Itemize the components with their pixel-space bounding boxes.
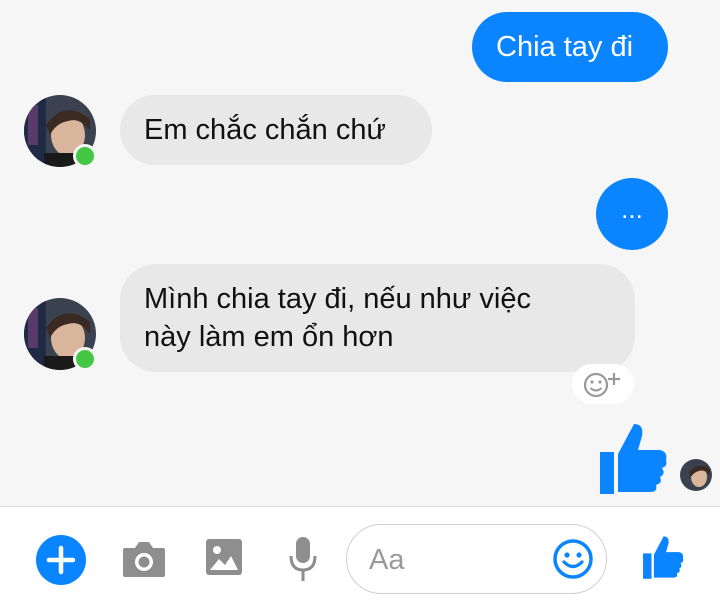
incoming-message-bubble[interactable]: Mình chia tay đi, nếu như việc này làm e… [120, 264, 635, 372]
avatar-photo [680, 459, 712, 491]
add-reaction-button[interactable] [572, 364, 634, 404]
message-text-line: này làm em ổn hơn [144, 321, 394, 353]
plus-icon[interactable] [36, 535, 86, 585]
camera-icon[interactable] [122, 540, 166, 578]
add-reaction-icon [583, 372, 620, 398]
smiley-icon[interactable] [552, 538, 594, 580]
contact-avatar[interactable] [24, 298, 97, 371]
outgoing-message-bubble[interactable]: ... [596, 178, 668, 250]
sent-like-sticker[interactable] [598, 420, 668, 496]
outgoing-message-bubble[interactable]: Chia tay đi [472, 12, 668, 82]
message-text-field[interactable] [367, 539, 551, 581]
message-text-line: Mình chia tay đi, nếu như việc [144, 283, 531, 315]
thumbs-up-icon [643, 536, 684, 579]
message-text: Chia tay đi [496, 31, 634, 63]
seen-by-avatar [680, 459, 712, 491]
conversation-area: Chia tay đi Em chắc chắn chứ ... Mình ch… [0, 0, 720, 506]
thumbs-up-icon [600, 424, 667, 494]
contact-avatar[interactable] [24, 95, 97, 168]
image-icon[interactable] [205, 538, 243, 576]
online-status-indicator [73, 144, 97, 168]
like-button[interactable] [640, 534, 686, 580]
message-text: Em chắc chắn chứ [144, 114, 386, 146]
incoming-message-bubble[interactable]: Em chắc chắn chứ [120, 95, 432, 165]
online-status-indicator [73, 347, 97, 371]
microphone-icon[interactable] [288, 536, 318, 582]
message-text: ... [621, 194, 643, 224]
